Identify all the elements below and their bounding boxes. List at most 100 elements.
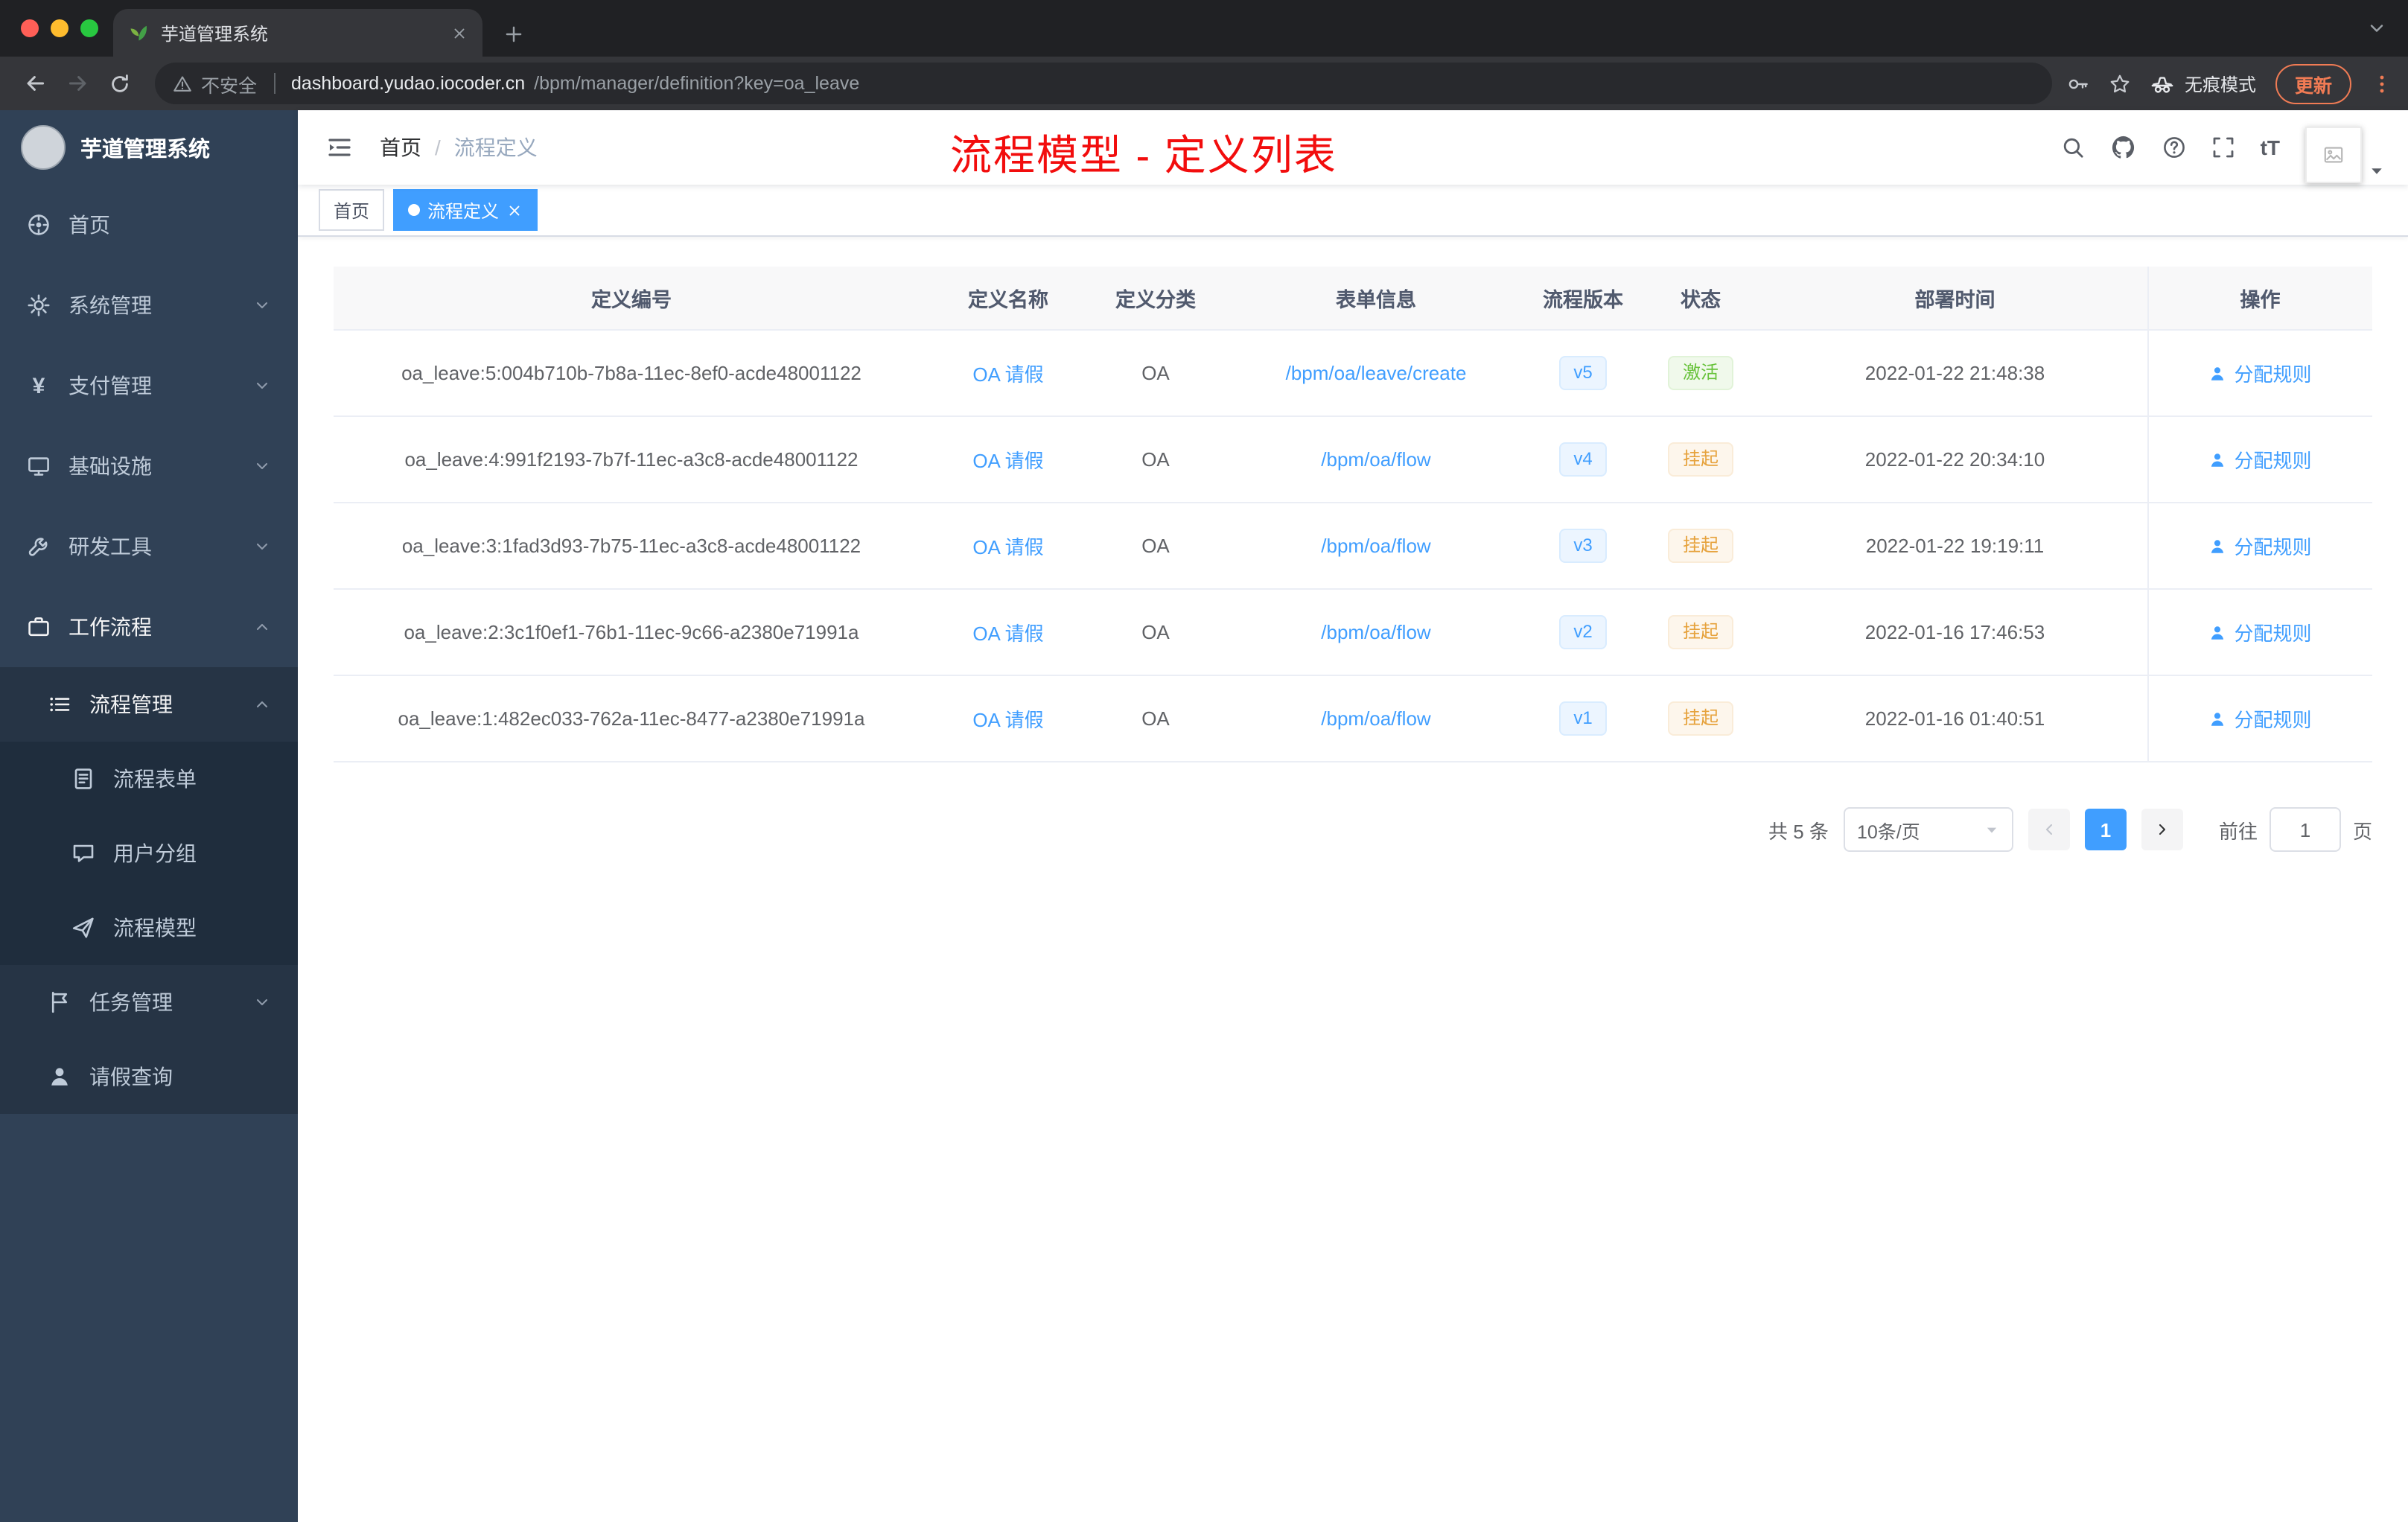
goto-label: 前往 — [2218, 820, 2258, 842]
avatar-caret-icon — [2368, 162, 2386, 180]
not-secure-warning-icon — [173, 74, 192, 93]
definition-name-link[interactable]: OA 请假 — [972, 450, 1043, 472]
definition-name-link[interactable]: OA 请假 — [972, 536, 1043, 558]
deploy-time: 2022-01-22 19:19:11 — [1763, 503, 2147, 590]
assign-rule-button[interactable]: 分配规则 — [2208, 532, 2312, 560]
bookmark-star-icon[interactable] — [2109, 72, 2131, 95]
sidebar-item-home[interactable]: 首页 — [0, 185, 298, 265]
sidebar-item-system-management[interactable]: 系统管理 — [0, 265, 298, 346]
definition-id: oa_leave:2:3c1f0ef1-76b1-11ec-9c66-a2380… — [334, 589, 929, 676]
passwords-key-icon[interactable] — [2067, 72, 2089, 95]
assign-rule-button[interactable]: 分配规则 — [2208, 618, 2312, 646]
definition-name-link[interactable]: OA 请假 — [972, 363, 1043, 386]
form-link[interactable]: /bpm/oa/flow — [1321, 448, 1430, 471]
assign-rule-button[interactable]: 分配规则 — [2208, 359, 2312, 387]
reload-button[interactable] — [98, 63, 140, 104]
sidebar-item-workflow[interactable]: 工作流程 — [0, 587, 298, 667]
form-link[interactable]: /bpm/oa/leave/create — [1286, 362, 1467, 384]
minimize-window-button[interactable] — [51, 19, 69, 37]
monitor-icon — [27, 454, 51, 478]
user-icon — [2208, 537, 2226, 555]
prev-page-button[interactable] — [2028, 809, 2070, 850]
column-header: 部署时间 — [1763, 267, 2147, 331]
navbar-right-icons: tT — [2061, 112, 2386, 183]
tag-home[interactable]: 首页 — [319, 189, 385, 231]
sidebar-item-label: 基础设施 — [69, 454, 152, 478]
table-row: oa_leave:1:482ec033-762a-11ec-8477-a2380… — [334, 675, 2372, 762]
form-link[interactable]: /bpm/oa/flow — [1321, 535, 1430, 557]
status-badge: 挂起 — [1667, 701, 1733, 736]
github-icon[interactable] — [2110, 134, 2137, 161]
sidebar-item-label: 首页 — [69, 213, 110, 237]
sidebar-item-process-model[interactable]: 流程模型 — [0, 891, 298, 965]
page-1-button[interactable]: 1 — [2084, 809, 2127, 850]
browser-toolbar: 不安全 dashboard.yudao.iocoder.cn/bpm/manag… — [0, 57, 2408, 110]
sidebar-item-user-group[interactable]: 用户分组 — [0, 816, 298, 891]
browser-tab[interactable]: 芋道管理系统 — [113, 9, 482, 57]
tab-close-icon[interactable] — [451, 25, 468, 41]
forward-button[interactable] — [57, 63, 98, 104]
select-caret-icon — [1984, 821, 2000, 838]
user-avatar[interactable] — [2305, 127, 2386, 183]
tab-search-chevron-icon[interactable] — [2366, 18, 2387, 39]
fullscreen-icon[interactable] — [2211, 136, 2235, 159]
font-size-icon[interactable]: tT — [2261, 136, 2280, 159]
sidebar-item-task-management[interactable]: 任务管理 — [0, 965, 298, 1039]
definition-name-link[interactable]: OA 请假 — [972, 709, 1043, 731]
next-page-button[interactable] — [2141, 809, 2183, 850]
definition-id: oa_leave:1:482ec033-762a-11ec-8477-a2380… — [334, 675, 929, 762]
user-icon — [2208, 364, 2226, 382]
sidebar-collapse-button[interactable] — [320, 128, 359, 167]
assign-rule-button[interactable]: 分配规则 — [2208, 704, 2312, 733]
user-icon — [2208, 450, 2226, 468]
form-link[interactable]: /bpm/oa/flow — [1321, 621, 1430, 643]
toolbar-right-icons: 无痕模式 更新 — [2067, 63, 2393, 104]
sidebar-item-process-management[interactable]: 流程管理 — [0, 667, 298, 742]
zoom-window-button[interactable] — [80, 19, 98, 37]
sidebar-item-label: 工作流程 — [69, 615, 152, 639]
gear-icon — [27, 293, 51, 317]
breadcrumb-home[interactable]: 首页 — [380, 133, 421, 162]
form-link[interactable]: /bpm/oa/flow — [1321, 707, 1430, 730]
chevron-right-icon — [2153, 821, 2171, 838]
window-controls — [21, 19, 98, 37]
definition-category: OA — [1087, 589, 1224, 676]
user-icon — [2208, 710, 2226, 727]
browser-update-button[interactable]: 更新 — [2275, 63, 2351, 104]
assign-rule-button[interactable]: 分配规则 — [2208, 445, 2312, 474]
help-icon[interactable] — [2162, 136, 2186, 159]
tool-icon — [27, 535, 51, 558]
sidebar-item-process-form[interactable]: 流程表单 — [0, 742, 298, 816]
logo-title: 芋道管理系统 — [80, 138, 210, 162]
chevron-up-icon — [253, 695, 271, 713]
tag-close-icon[interactable] — [506, 202, 523, 218]
definition-name-link[interactable]: OA 请假 — [972, 623, 1043, 645]
search-icon[interactable] — [2061, 136, 2085, 159]
pagination-total: 共 5 条 — [1768, 820, 1829, 842]
sidebar-item-payment-management[interactable]: ¥ 支付管理 — [0, 346, 298, 426]
version-badge: v2 — [1558, 615, 1608, 649]
incognito-label: 无痕模式 — [2184, 74, 2256, 95]
column-header: 操作 — [2147, 267, 2372, 331]
page-size-select[interactable]: 10条/页 — [1843, 807, 2013, 852]
new-tab-button[interactable] — [503, 24, 524, 45]
tag-process-definition[interactable]: 流程定义 — [393, 189, 538, 231]
sidebar-item-leave-query[interactable]: 请假查询 — [0, 1039, 298, 1114]
goto-page-input[interactable] — [2269, 807, 2341, 852]
close-window-button[interactable] — [21, 19, 39, 37]
flag-icon — [48, 990, 71, 1014]
tab-title: 芋道管理系统 — [161, 23, 269, 44]
deploy-time: 2022-01-16 17:46:53 — [1763, 589, 2147, 676]
sidebar-item-infrastructure[interactable]: 基础设施 — [0, 426, 298, 506]
address-bar[interactable]: 不安全 dashboard.yudao.iocoder.cn/bpm/manag… — [155, 63, 2052, 104]
table-row: oa_leave:5:004b710b-7b8a-11ec-8ef0-acde4… — [334, 330, 2372, 417]
page-content: 定义编号 定义名称 定义分类 表单信息 流程版本 状态 部署时间 操作 oa_l — [298, 237, 2408, 1522]
chevron-down-icon — [253, 296, 271, 314]
url-path: /bpm/manager/definition?key=oa_leave — [534, 73, 860, 94]
definition-table: 定义编号 定义名称 定义分类 表单信息 流程版本 状态 部署时间 操作 oa_l — [334, 267, 2372, 762]
app-window: 芋道管理系统 首页 系统管理 ¥ 支付管理 基础设施 研发工具 工作流程 流程管… — [0, 110, 2408, 1522]
sidebar-item-dev-tools[interactable]: 研发工具 — [0, 506, 298, 587]
back-button[interactable] — [15, 63, 57, 104]
browser-menu-icon[interactable] — [2371, 72, 2393, 95]
tab-favicon-icon — [128, 22, 149, 43]
